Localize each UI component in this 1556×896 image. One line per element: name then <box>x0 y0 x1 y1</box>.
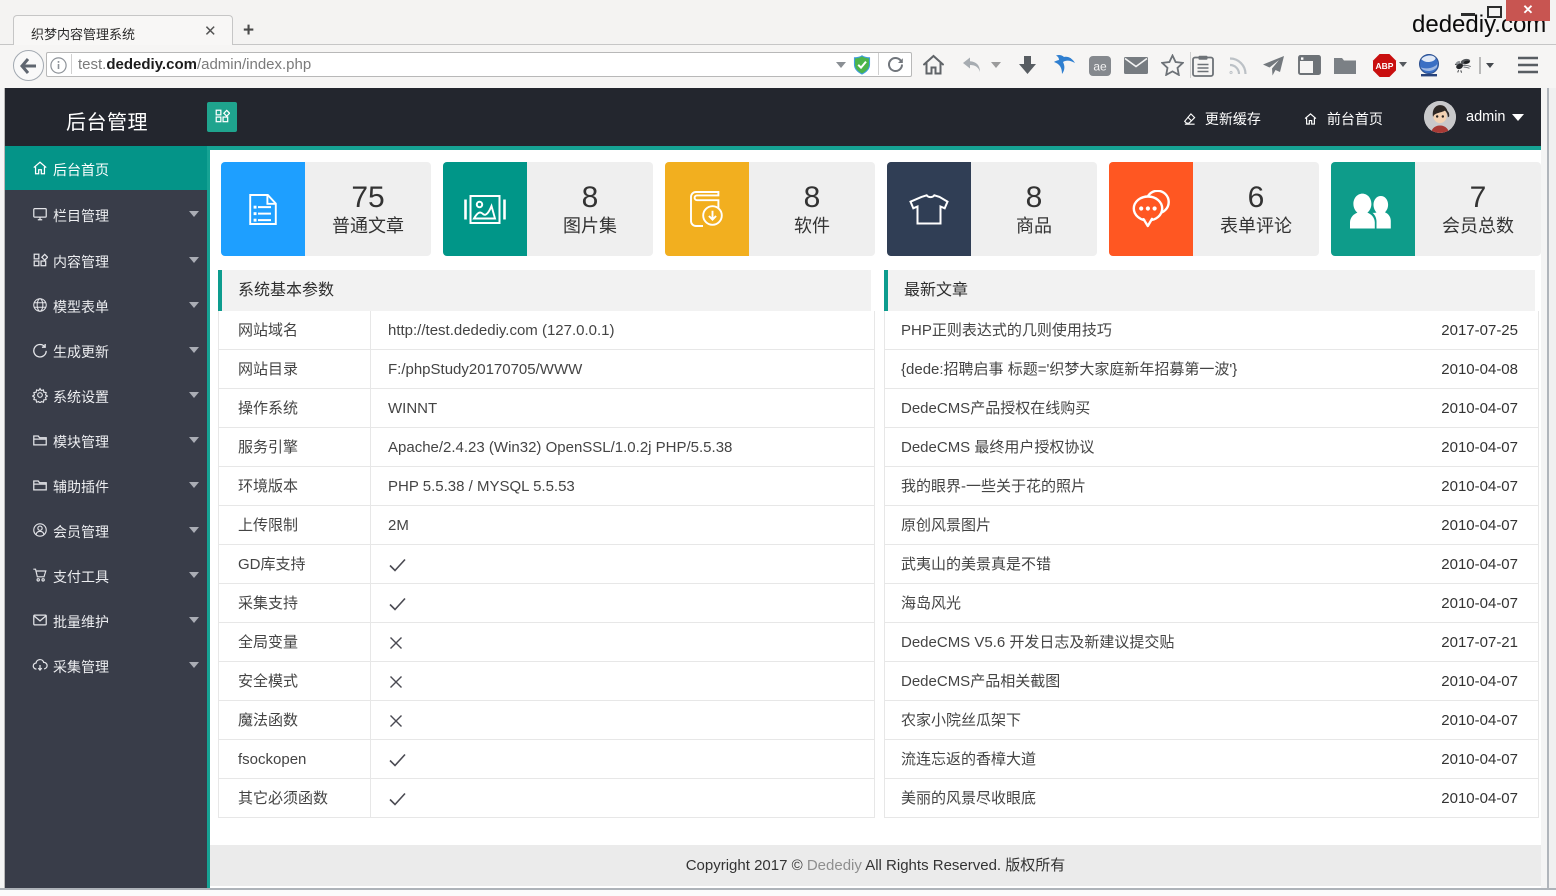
svg-text:ABP: ABP <box>1376 61 1394 71</box>
svg-text:ae: ae <box>1093 60 1107 74</box>
